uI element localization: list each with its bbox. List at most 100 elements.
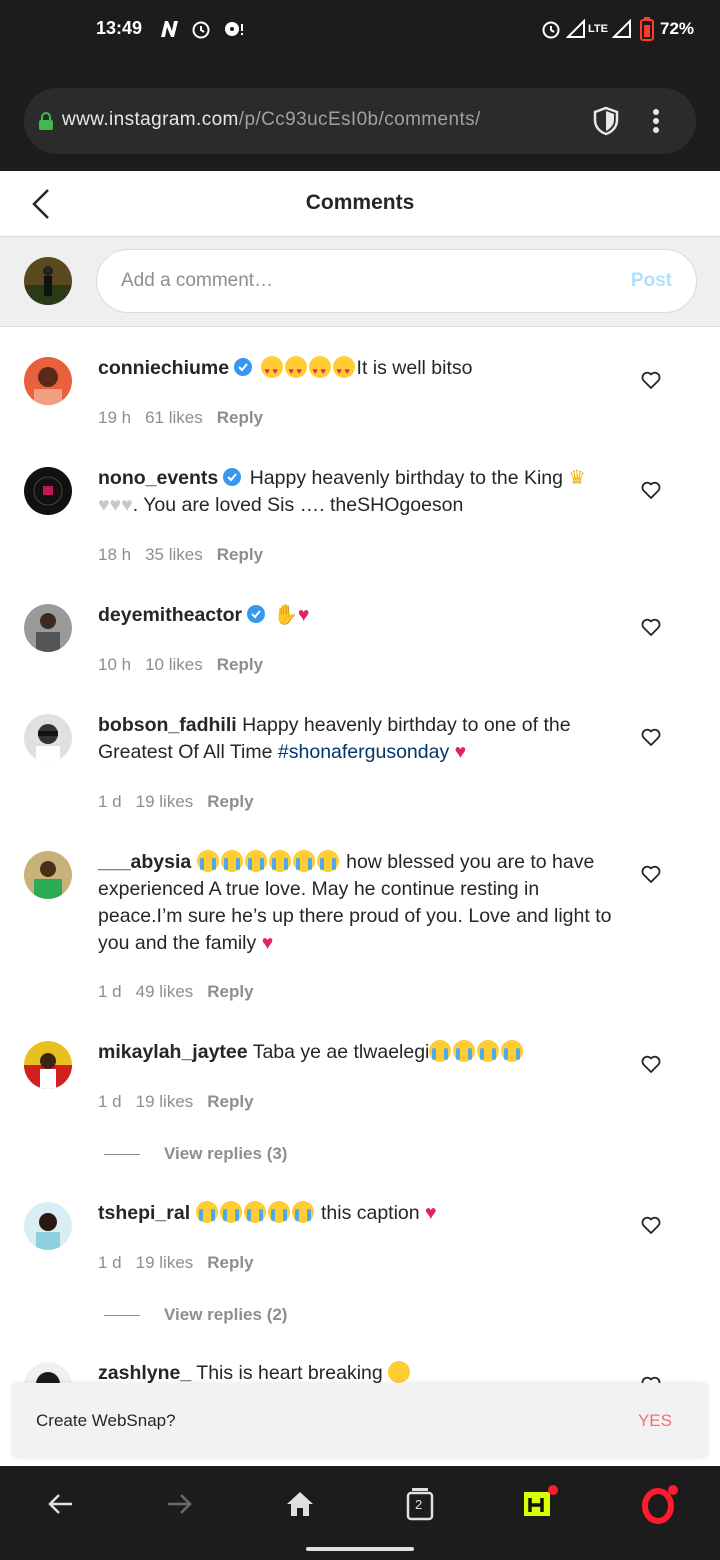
avatar[interactable] [24, 357, 72, 405]
crying-emoji-icon [429, 1040, 452, 1062]
comment-time: 10 h [98, 655, 132, 674]
battery-icon [640, 16, 654, 42]
comment-body-2: . You are loved Sis …. theSHOgoeson [132, 494, 464, 516]
reply-button[interactable]: Reply [217, 408, 263, 427]
reply-button[interactable]: Reply [207, 1092, 253, 1111]
comment-placeholder: Add a comment… [121, 270, 274, 291]
like-heart-icon[interactable] [641, 1376, 661, 1383]
crying-emoji-icon [291, 1201, 314, 1223]
comment-meta: 1 d 19 likes Reply [98, 792, 268, 812]
avatar[interactable] [24, 1202, 72, 1250]
shield-icon[interactable] [592, 106, 620, 141]
lock-icon [38, 112, 54, 135]
alarm-icon-right [540, 16, 562, 42]
address-bar[interactable]: www.instagram.com/p/Cc93ucEsI0b/comments… [24, 88, 696, 154]
lte-label: LTE [588, 23, 608, 35]
hype-icon[interactable] [520, 1484, 560, 1524]
comment-username[interactable]: bobson_fadhili [98, 714, 237, 736]
view-replies-button[interactable]: View replies (3) [104, 1144, 287, 1164]
like-heart-icon[interactable] [641, 865, 661, 888]
home-icon[interactable] [280, 1484, 320, 1524]
comment-body: Taba ye ae tlwaelegi [252, 1041, 430, 1063]
avatar[interactable] [24, 1041, 72, 1089]
comment-likes[interactable]: 35 likes [145, 545, 203, 564]
comment-text: zashlyne_ This is heart breaking [98, 1360, 620, 1383]
reply-button[interactable]: Reply [207, 792, 253, 811]
menu-dots-icon[interactable] [652, 108, 660, 139]
comment-time: 1 d [98, 792, 122, 811]
comment-username[interactable]: zashlyne_ [98, 1362, 191, 1383]
signal-icon-2 [612, 16, 632, 42]
chat-notification-icon [222, 16, 246, 42]
crying-emoji-icon [243, 1201, 266, 1223]
avatar[interactable] [24, 714, 72, 762]
red-heart-emoji-icon: ♥ [261, 932, 274, 954]
like-heart-icon[interactable] [641, 1055, 661, 1078]
red-heart-emoji-icon: ♥ [297, 604, 310, 626]
like-heart-icon[interactable] [641, 481, 661, 504]
comment-meta: 18 h 35 likes Reply [98, 545, 277, 565]
like-heart-icon[interactable] [641, 371, 661, 394]
comment-likes[interactable]: 19 likes [136, 792, 194, 811]
comment-likes[interactable]: 19 likes [136, 1092, 194, 1111]
crying-emoji-icon [501, 1040, 524, 1062]
comment-likes[interactable]: 61 likes [145, 408, 203, 427]
broken-heart-emoji-icon: ♥ [425, 1202, 437, 1224]
current-user-avatar [24, 257, 72, 305]
battery-percent: 72% [660, 19, 695, 38]
white-heart-emoji-icon: ♥♥♥ [98, 494, 133, 516]
tabs-icon[interactable]: 2 [400, 1484, 440, 1524]
signal-icon [566, 16, 586, 42]
reply-button[interactable]: Reply [207, 1253, 253, 1272]
like-heart-icon[interactable] [641, 1216, 661, 1239]
page-title: Comments [305, 191, 415, 214]
url-path: /p/Cc93ucEsI0b/comments/ [238, 109, 481, 130]
comment-time: 1 d [98, 1092, 122, 1111]
comment-text: nono_events Happy heavenly birthday to t… [98, 465, 620, 519]
comment-time: 1 d [98, 1253, 122, 1272]
crown-emoji-icon: ♛ [568, 467, 586, 489]
comment-time: 19 h [98, 408, 132, 427]
comment-username[interactable]: nono_events [98, 467, 218, 489]
comment-username[interactable]: mikaylah_jaytee [98, 1041, 248, 1063]
comment-time: 18 h [98, 545, 132, 564]
avatar[interactable] [24, 851, 72, 899]
comment-input[interactable]: Add a comment… Post [96, 249, 697, 313]
comment-username[interactable]: conniechiume [98, 357, 229, 379]
like-heart-icon[interactable] [641, 728, 661, 751]
comment-username[interactable]: tshepi_ral [98, 1202, 190, 1224]
crying-emoji-icon [316, 850, 339, 872]
comment-body: this caption [320, 1202, 420, 1224]
crying-emoji-icon [196, 850, 219, 872]
comment-username[interactable]: ___abysia [98, 851, 191, 873]
opera-icon[interactable] [640, 1484, 680, 1524]
post-button[interactable]: Post [631, 270, 672, 292]
avatar[interactable] [24, 604, 72, 652]
reply-button[interactable]: Reply [207, 982, 253, 1001]
hashtag-link[interactable]: #shonafergusonday [278, 741, 449, 763]
comment-likes[interactable]: 19 likes [136, 1253, 194, 1272]
comment-username[interactable]: deyemitheactor [98, 604, 242, 626]
avatar[interactable] [24, 467, 72, 515]
view-replies-button[interactable]: View replies (2) [104, 1305, 287, 1325]
url-text[interactable]: www.instagram.com/p/Cc93ucEsI0b/comments… [62, 109, 481, 131]
comment-meta: 19 h 61 likes Reply [98, 408, 277, 428]
back-arrow-icon[interactable] [40, 1484, 80, 1524]
alarm-icon [190, 16, 212, 42]
comment-text: mikaylah_jaytee Taba ye ae tlwaelegi [98, 1039, 620, 1066]
sad-emoji-icon [388, 1361, 411, 1383]
heart-eyes-emoji-icon [332, 356, 355, 385]
comment-likes[interactable]: 10 likes [145, 655, 203, 674]
crying-emoji-icon [292, 850, 315, 872]
praying-hands-emoji-icon: ✋ [273, 604, 298, 626]
forward-arrow-icon[interactable] [160, 1484, 200, 1524]
websnap-yes-button[interactable]: YES [638, 1411, 672, 1431]
like-heart-icon[interactable] [641, 618, 661, 641]
crying-emoji-icon [267, 1201, 290, 1223]
reply-button[interactable]: Reply [217, 655, 263, 674]
comment-likes[interactable]: 49 likes [136, 982, 194, 1001]
avatar[interactable] [24, 1362, 72, 1383]
reply-button[interactable]: Reply [217, 545, 263, 564]
add-comment-row: Add a comment… Post [0, 237, 720, 327]
heart-eyes-emoji-icon [308, 356, 331, 385]
